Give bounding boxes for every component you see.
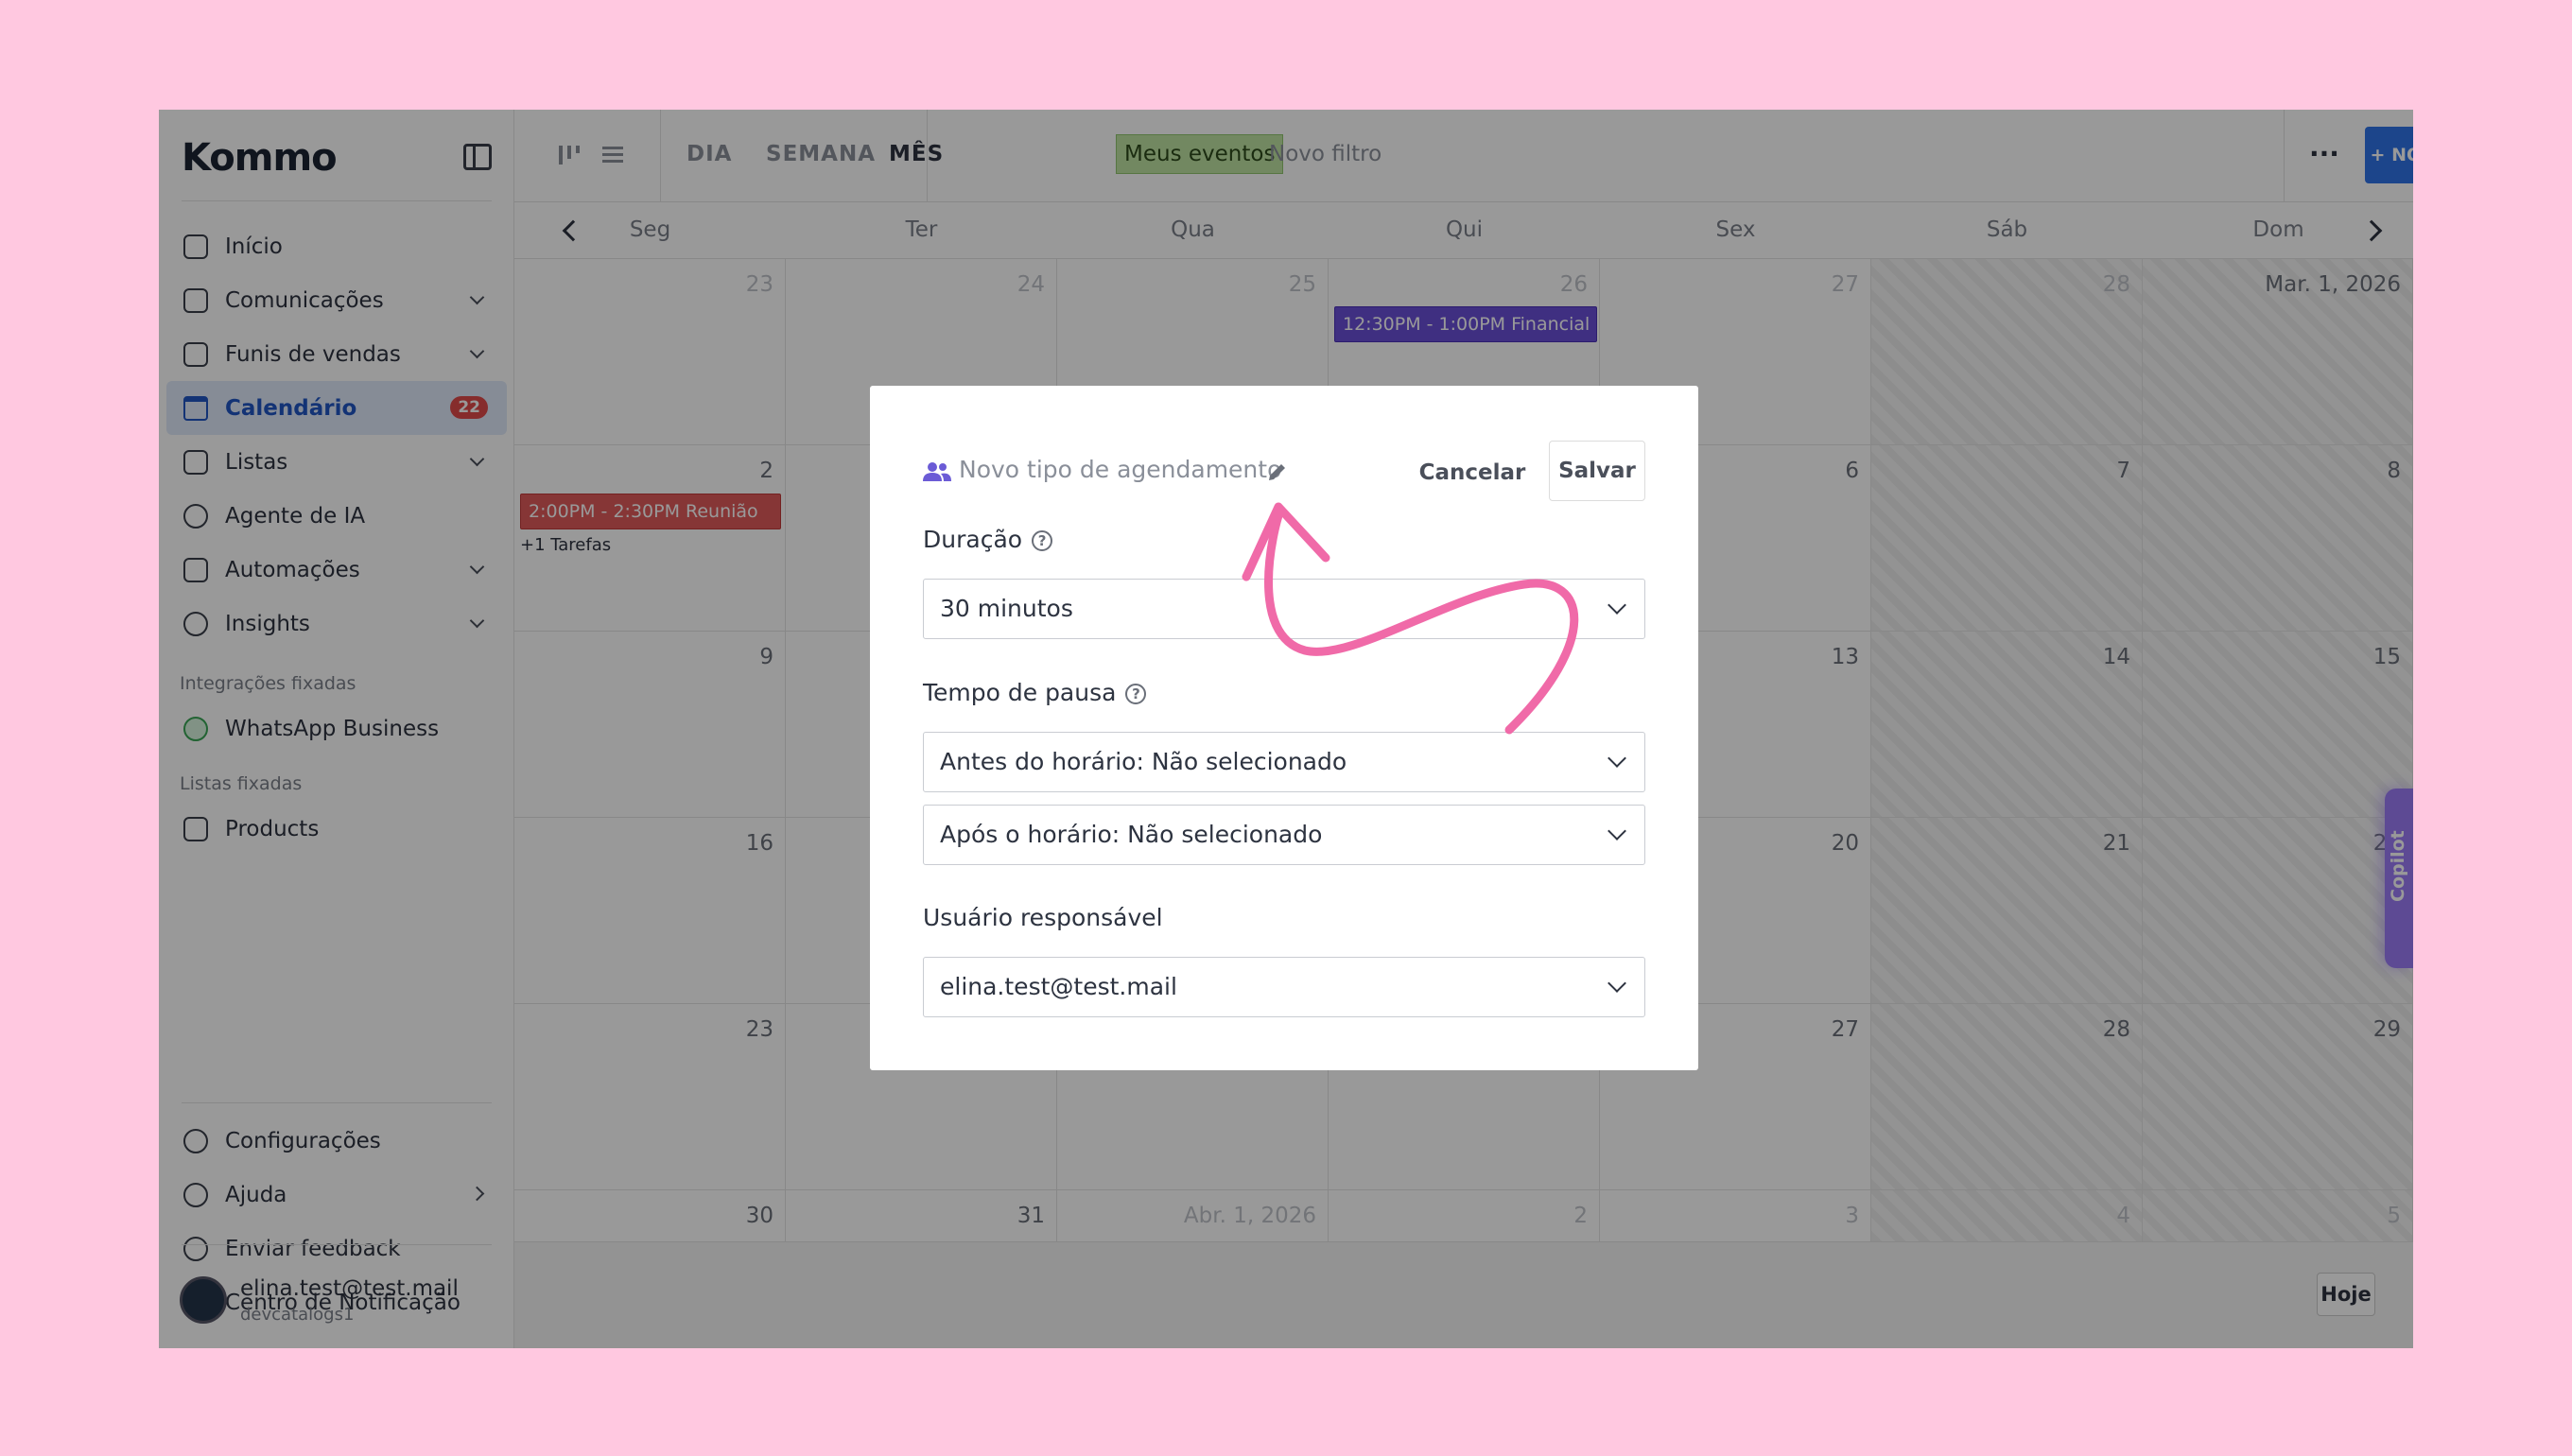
help-icon[interactable]: ?: [1032, 530, 1053, 551]
responsible-user-select[interactable]: elina.test@test.mail: [923, 957, 1645, 1017]
chevron-down-icon: [1608, 974, 1626, 993]
help-icon[interactable]: ?: [1125, 684, 1147, 704]
pause-label: Tempo de pausa?: [923, 679, 1147, 706]
cancel-button[interactable]: Cancelar: [1419, 442, 1526, 503]
duration-label: Duração?: [923, 526, 1053, 553]
pause-before-select[interactable]: Antes do horário: Não selecionado: [923, 732, 1645, 792]
appointment-type-title-input[interactable]: Novo tipo de agendamento: [959, 456, 1281, 483]
save-button[interactable]: Salvar: [1549, 441, 1645, 501]
pencil-icon[interactable]: [1265, 459, 1290, 484]
responsible-user-label: Usuário responsável: [923, 904, 1163, 931]
duration-value: 30 minutos: [940, 595, 1073, 622]
pause-after-value: Após o horário: Não selecionado: [940, 821, 1323, 848]
chevron-down-icon: [1608, 749, 1626, 768]
duration-select[interactable]: 30 minutos: [923, 579, 1645, 639]
pause-label-text: Tempo de pausa: [923, 679, 1117, 706]
people-icon: [923, 462, 951, 481]
duration-label-text: Duração: [923, 526, 1023, 553]
responsible-user-value: elina.test@test.mail: [940, 973, 1177, 1000]
chevron-down-icon: [1608, 596, 1626, 615]
appointment-type-modal: Novo tipo de agendamento Cancelar Salvar…: [870, 386, 1698, 1070]
chevron-down-icon: [1608, 822, 1626, 841]
pause-after-select[interactable]: Após o horário: Não selecionado: [923, 805, 1645, 865]
pause-before-value: Antes do horário: Não selecionado: [940, 748, 1347, 775]
